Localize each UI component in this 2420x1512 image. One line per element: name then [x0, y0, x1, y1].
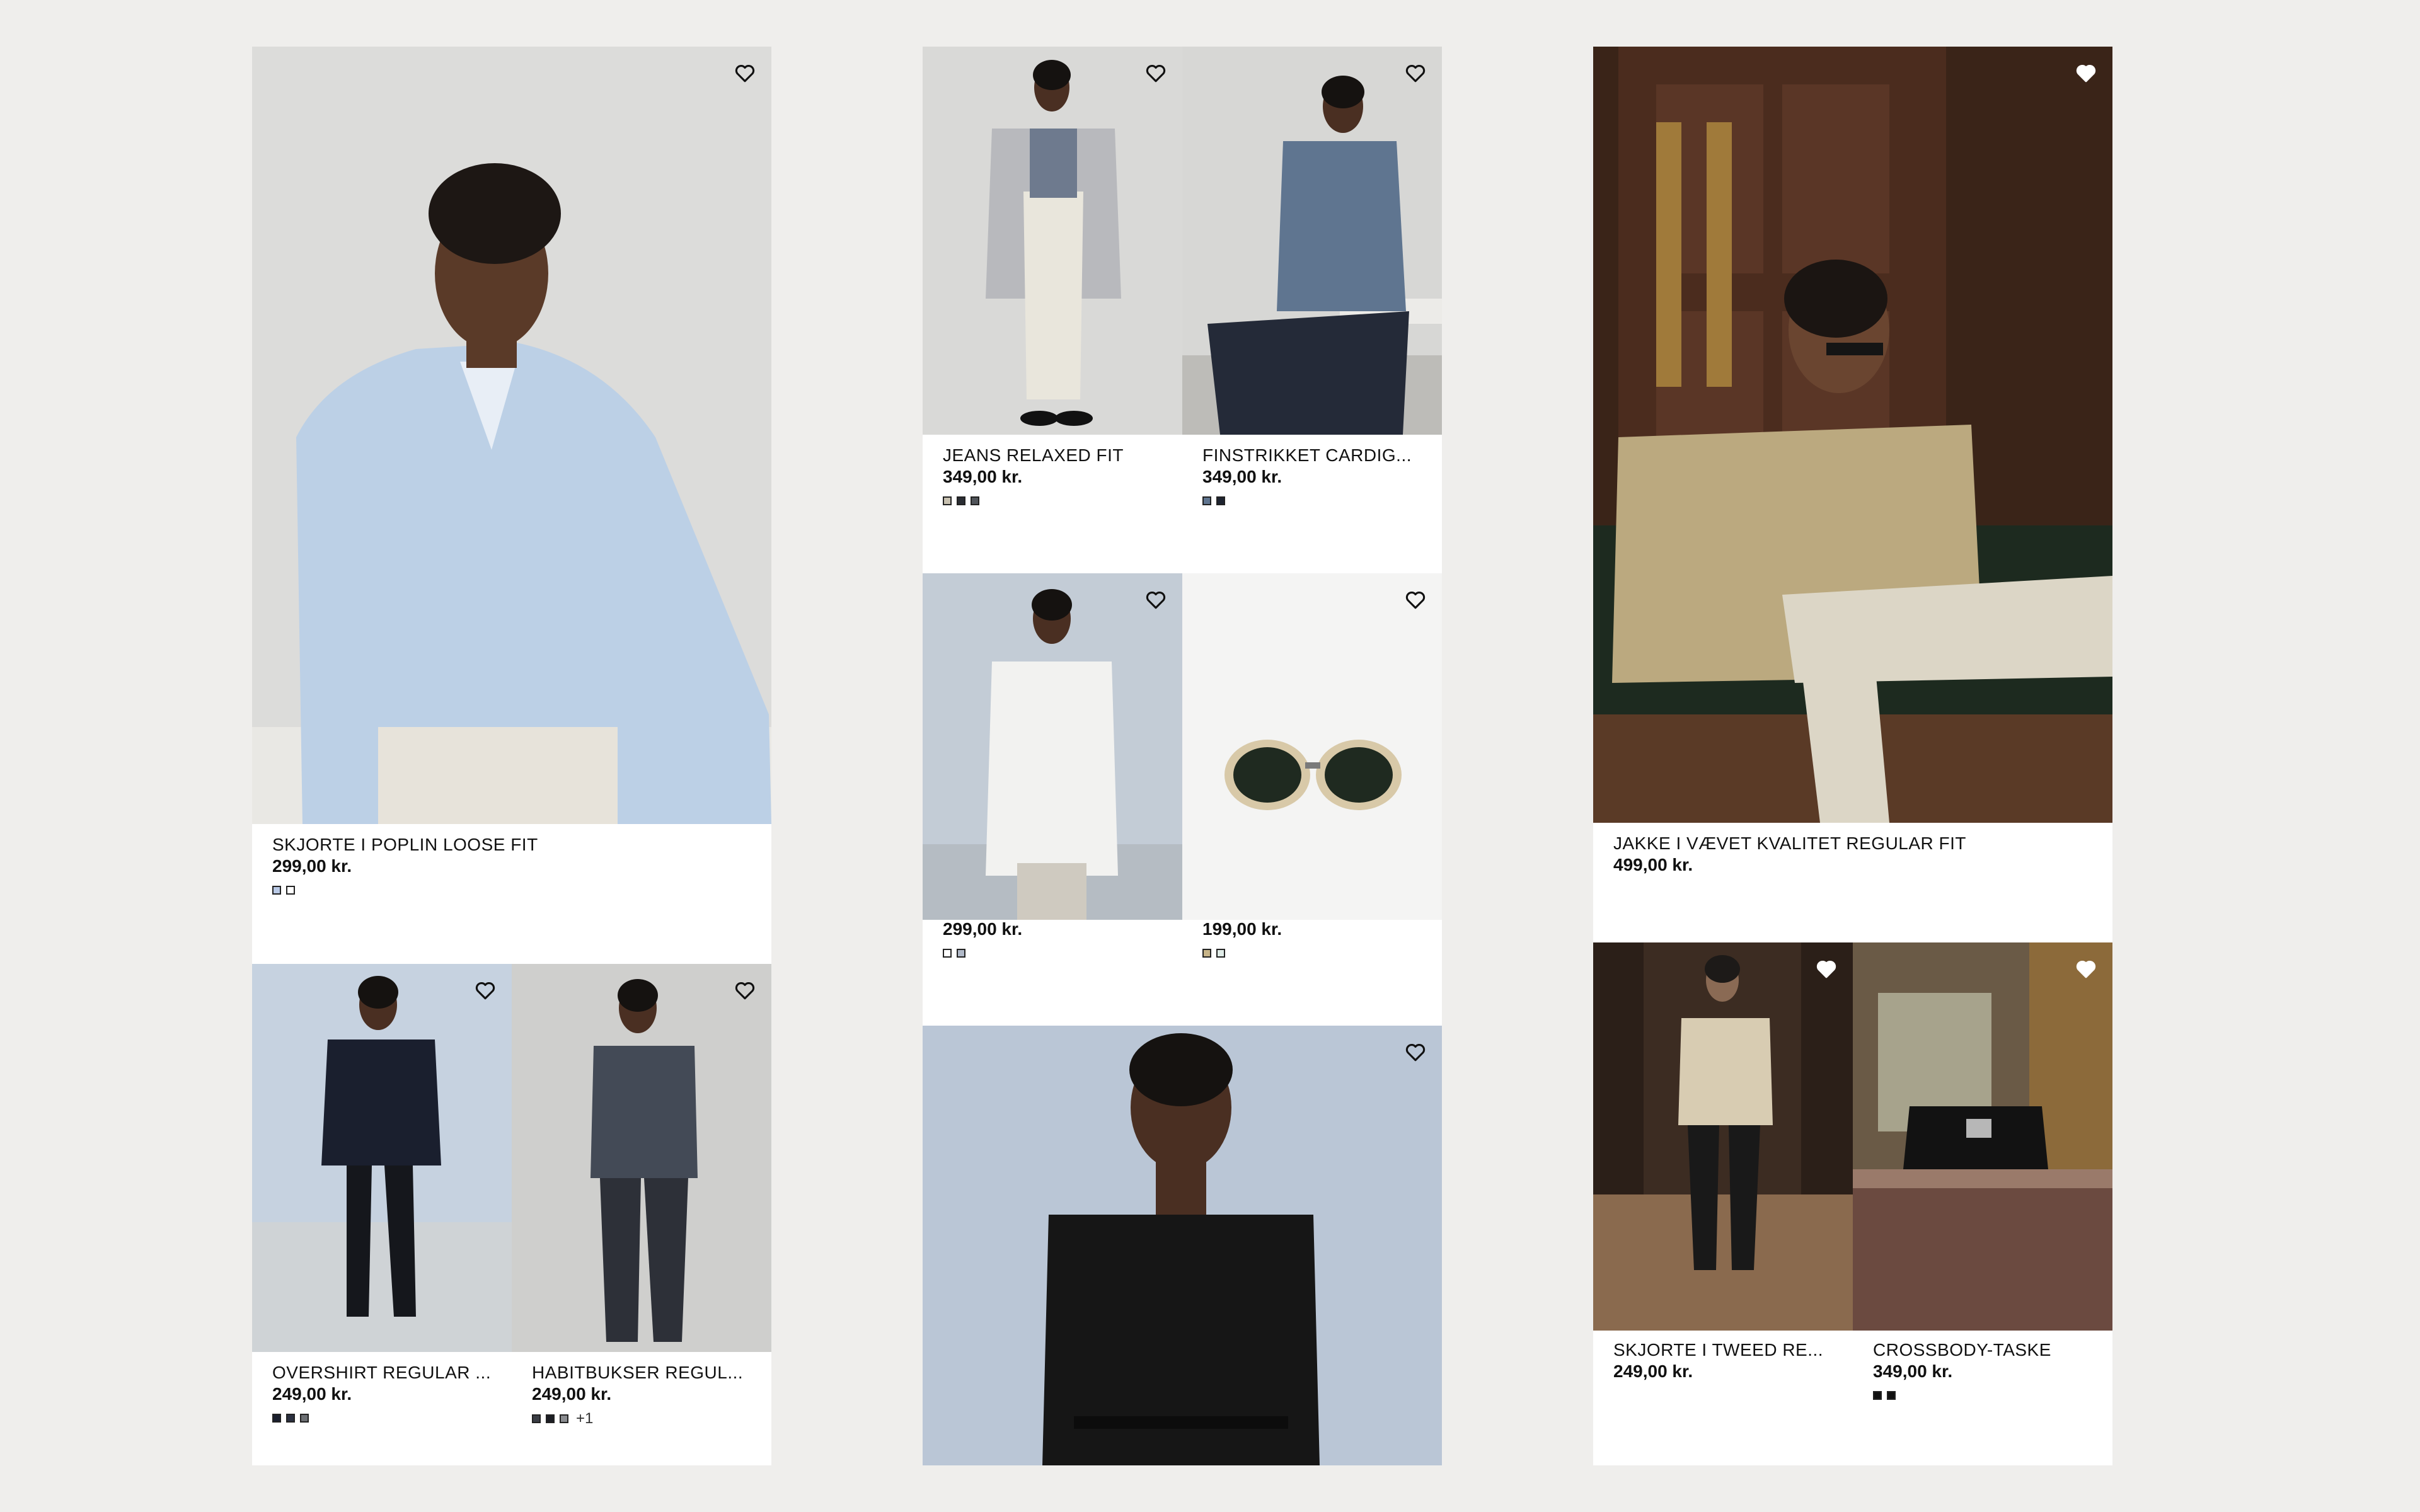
product-card-sunglasses[interactable]: 199,00 kr. [1182, 573, 1442, 1026]
product-info: SKJORTE I TWEED RE... 249,00 kr. [1613, 1339, 1823, 1382]
color-swatch[interactable] [1887, 1391, 1896, 1400]
favorite-icon[interactable] [734, 62, 756, 84]
campaign-image-card[interactable] [923, 1026, 1442, 1465]
more-colors-count[interactable]: +1 [576, 1411, 593, 1426]
product-price: 499,00 kr. [1613, 855, 1693, 874]
product-image[interactable] [1182, 573, 1442, 920]
favorite-icon[interactable] [1404, 1041, 1427, 1063]
product-image[interactable] [252, 47, 771, 824]
product-card-overshirt[interactable]: OVERSHIRT REGULAR ... 249,00 kr. [252, 964, 512, 1465]
favorite-icon[interactable] [1144, 62, 1167, 84]
product-card-jeans[interactable]: JEANS RELAXED FIT 349,00 kr. [923, 47, 1182, 573]
product-name[interactable]: SKJORTE I POPLIN LOOSE FIT [272, 834, 538, 856]
color-swatch[interactable] [286, 1414, 295, 1423]
color-swatch[interactable] [560, 1414, 568, 1423]
color-swatches [272, 886, 538, 895]
product-image[interactable] [252, 964, 512, 1352]
color-swatch[interactable] [1202, 949, 1211, 958]
product-image[interactable] [1593, 942, 1853, 1331]
product-info: SKJORTE I POPLIN LOOSE FIT 299,00 kr. [272, 834, 538, 895]
product-card-tweed-shirt[interactable]: SKJORTE I TWEED RE... 249,00 kr. [1593, 942, 1853, 1465]
color-swatch[interactable] [546, 1414, 555, 1423]
favorite-icon[interactable] [1144, 588, 1167, 611]
product-info: HABITBUKSER REGUL... 249,00 kr. +1 [532, 1362, 743, 1426]
product-image[interactable] [923, 47, 1182, 435]
product-pair-row: OVERSHIRT REGULAR ... 249,00 kr. HABITBU… [252, 964, 771, 1465]
product-price: 349,00 kr. [1873, 1361, 1953, 1381]
color-swatches [1873, 1391, 2051, 1400]
color-swatch[interactable] [1873, 1391, 1882, 1400]
product-image[interactable] [1593, 47, 2112, 823]
favorite-icon[interactable] [734, 979, 756, 1002]
color-swatches [943, 496, 1124, 505]
product-card-poplin-shirt[interactable]: SKJORTE I POPLIN LOOSE FIT 299,00 kr. [252, 47, 771, 964]
color-swatch[interactable] [957, 496, 965, 505]
product-name[interactable]: CROSSBODY-TASKE [1873, 1339, 2051, 1361]
color-swatch[interactable] [957, 949, 965, 958]
product-price: 249,00 kr. [532, 1384, 612, 1404]
product-image[interactable] [1853, 942, 2112, 1331]
color-swatch[interactable] [971, 496, 979, 505]
product-price: 299,00 kr. [943, 919, 1023, 939]
favorite-icon[interactable] [474, 979, 497, 1002]
product-info: JAKKE I VÆVET KVALITET REGULAR FIT 499,0… [1613, 833, 1966, 876]
product-price: 349,00 kr. [943, 467, 1023, 486]
color-swatch[interactable] [272, 886, 281, 895]
product-price: 199,00 kr. [1202, 919, 1282, 939]
product-info: CROSSBODY-TASKE 349,00 kr. [1873, 1339, 2051, 1400]
product-name[interactable]: OVERSHIRT REGULAR ... [272, 1362, 491, 1383]
color-swatch[interactable] [1216, 949, 1225, 958]
color-swatches [1202, 949, 1282, 958]
product-name[interactable]: JAKKE I VÆVET KVALITET REGULAR FIT [1613, 833, 1966, 854]
product-name[interactable]: FINSTRIKKET CARDIG... [1202, 445, 1412, 466]
product-info: FINSTRIKKET CARDIG... 349,00 kr. [1202, 445, 1412, 505]
product-image[interactable] [1182, 47, 1442, 435]
color-swatch[interactable] [943, 496, 952, 505]
color-swatch[interactable] [1216, 496, 1225, 505]
color-swatch[interactable] [272, 1414, 281, 1423]
favorite-icon[interactable] [2075, 62, 2097, 84]
color-swatch[interactable] [943, 949, 952, 958]
color-swatches [1202, 496, 1412, 505]
product-name[interactable]: SKJORTE I TWEED RE... [1613, 1339, 1823, 1361]
product-price: 249,00 kr. [1613, 1361, 1693, 1381]
product-info: 299,00 kr. [943, 919, 1022, 958]
favorite-icon[interactable] [1815, 958, 1838, 980]
product-image[interactable] [512, 964, 771, 1352]
color-swatches: +1 [532, 1411, 743, 1426]
product-card-white-shirt[interactable]: 299,00 kr. [923, 573, 1182, 1026]
product-price: 249,00 kr. [272, 1384, 352, 1404]
product-image[interactable] [923, 573, 1182, 920]
color-swatch[interactable] [1202, 496, 1211, 505]
product-card-woven-jacket[interactable]: JAKKE I VÆVET KVALITET REGULAR FIT 499,0… [1593, 47, 2112, 942]
favorite-icon[interactable] [1404, 62, 1427, 84]
product-card-cardigan[interactable]: FINSTRIKKET CARDIG... 349,00 kr. [1182, 47, 1442, 573]
product-info: 199,00 kr. [1202, 919, 1282, 958]
favorite-icon[interactable] [2075, 958, 2097, 980]
product-name[interactable]: HABITBUKSER REGUL... [532, 1362, 743, 1383]
product-price: 299,00 kr. [272, 856, 352, 876]
campaign-image[interactable] [923, 1026, 1442, 1465]
product-card-trousers[interactable]: HABITBUKSER REGUL... 249,00 kr. +1 [512, 964, 771, 1465]
color-swatch[interactable] [532, 1414, 541, 1423]
product-info: JEANS RELAXED FIT 349,00 kr. [943, 445, 1124, 505]
product-info: OVERSHIRT REGULAR ... 249,00 kr. [272, 1362, 491, 1423]
color-swatch[interactable] [300, 1414, 309, 1423]
color-swatches [272, 1414, 491, 1423]
color-swatches [943, 949, 1022, 958]
product-price: 349,00 kr. [1202, 467, 1282, 486]
product-card-crossbody-bag[interactable]: CROSSBODY-TASKE 349,00 kr. [1853, 942, 2112, 1465]
color-swatch[interactable] [286, 886, 295, 895]
product-name[interactable]: JEANS RELAXED FIT [943, 445, 1124, 466]
favorite-icon[interactable] [1404, 588, 1427, 611]
